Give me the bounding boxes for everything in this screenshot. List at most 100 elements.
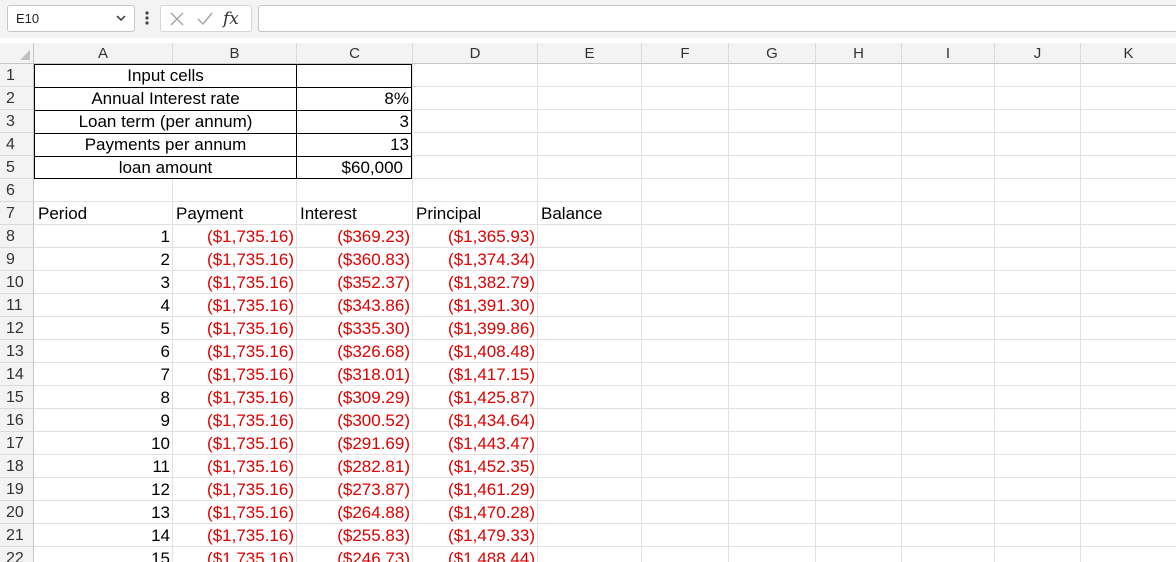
table-row-payment[interactable]: ($1,735.16) xyxy=(172,386,296,409)
table-row-payment[interactable]: ($1,735.16) xyxy=(172,317,296,340)
table-row-principal[interactable]: ($1,488.44) xyxy=(412,547,537,562)
name-box[interactable]: E10 xyxy=(7,5,135,32)
table-row-payment[interactable]: ($1,735.16) xyxy=(172,478,296,501)
cell-a2-rate-label[interactable]: Annual Interest rate xyxy=(35,87,296,110)
table-row-period[interactable]: 3 xyxy=(34,271,172,294)
select-all-button[interactable] xyxy=(0,43,34,64)
table-row-interest[interactable]: ($335.30) xyxy=(296,317,412,340)
cell-a1-input-title[interactable]: Input cells xyxy=(35,64,296,87)
row-header-2[interactable]: 2 xyxy=(0,87,34,110)
table-row-interest[interactable]: ($291.69) xyxy=(296,432,412,455)
row-header-16[interactable]: 16 xyxy=(0,409,34,432)
row-header-13[interactable]: 13 xyxy=(0,340,34,363)
column-header-g[interactable]: G xyxy=(729,43,816,64)
formula-input[interactable] xyxy=(258,5,1176,32)
table-row-principal[interactable]: ($1,391.30) xyxy=(412,294,537,317)
table-row-principal[interactable]: ($1,417.15) xyxy=(412,363,537,386)
table-row-interest[interactable]: ($326.68) xyxy=(296,340,412,363)
header-payment[interactable]: Payment xyxy=(172,202,296,225)
cell-c3-term-value[interactable]: 3 xyxy=(297,110,411,133)
column-header-d[interactable]: D xyxy=(413,43,538,64)
column-header-k[interactable]: K xyxy=(1081,43,1176,64)
column-header-a[interactable]: A xyxy=(34,43,173,64)
row-header-19[interactable]: 19 xyxy=(0,478,34,501)
table-row-principal[interactable]: ($1,461.29) xyxy=(412,478,537,501)
cell-a4-payments-label[interactable]: Payments per annum xyxy=(35,133,296,156)
cell-c4-payments-value[interactable]: 13 xyxy=(297,133,411,156)
cell-c5-amount-value[interactable]: $60,000 xyxy=(297,156,411,179)
row-header-22[interactable]: 22 xyxy=(0,547,34,562)
table-row-principal[interactable]: ($1,408.48) xyxy=(412,340,537,363)
cell-a3-term-label[interactable]: Loan term (per annum) xyxy=(35,110,296,133)
row-header-21[interactable]: 21 xyxy=(0,524,34,547)
table-row-principal[interactable]: ($1,365.93) xyxy=(412,225,537,248)
row-header-18[interactable]: 18 xyxy=(0,455,34,478)
table-row-period[interactable]: 15 xyxy=(34,547,172,562)
table-row-interest[interactable]: ($264.88) xyxy=(296,501,412,524)
insert-function-icon[interactable]: fx xyxy=(223,9,249,29)
table-row-interest[interactable]: ($309.29) xyxy=(296,386,412,409)
row-header-11[interactable]: 11 xyxy=(0,294,34,317)
table-row-interest[interactable]: ($273.87) xyxy=(296,478,412,501)
cancel-icon[interactable] xyxy=(167,9,187,29)
header-principal[interactable]: Principal xyxy=(412,202,537,225)
table-row-period[interactable]: 7 xyxy=(34,363,172,386)
table-row-payment[interactable]: ($1,735.16) xyxy=(172,363,296,386)
table-row-payment[interactable]: ($1,735.16) xyxy=(172,524,296,547)
table-row-principal[interactable]: ($1,443.47) xyxy=(412,432,537,455)
table-row-period[interactable]: 13 xyxy=(34,501,172,524)
cell-c2-rate-value[interactable]: 8% xyxy=(297,87,411,110)
table-row-principal[interactable]: ($1,479.33) xyxy=(412,524,537,547)
table-row-period[interactable]: 1 xyxy=(34,225,172,248)
table-row-principal[interactable]: ($1,434.64) xyxy=(412,409,537,432)
header-balance[interactable]: Balance xyxy=(537,202,641,225)
cell-a5-amount-label[interactable]: loan amount xyxy=(35,156,296,179)
table-row-principal[interactable]: ($1,374.34) xyxy=(412,248,537,271)
column-header-f[interactable]: F xyxy=(642,43,729,64)
table-row-payment[interactable]: ($1,735.16) xyxy=(172,432,296,455)
column-header-j[interactable]: J xyxy=(995,43,1081,64)
row-header-3[interactable]: 3 xyxy=(0,110,34,133)
table-row-principal[interactable]: ($1,470.28) xyxy=(412,501,537,524)
enter-check-icon[interactable] xyxy=(195,9,215,29)
table-row-period[interactable]: 6 xyxy=(34,340,172,363)
row-header-1[interactable]: 1 xyxy=(0,64,34,87)
row-header-9[interactable]: 9 xyxy=(0,248,34,271)
table-row-principal[interactable]: ($1,452.35) xyxy=(412,455,537,478)
table-row-payment[interactable]: ($1,735.16) xyxy=(172,409,296,432)
row-header-15[interactable]: 15 xyxy=(0,386,34,409)
table-row-payment[interactable]: ($1,735.16) xyxy=(172,248,296,271)
row-header-5[interactable]: 5 xyxy=(0,156,34,179)
header-interest[interactable]: Interest xyxy=(296,202,412,225)
table-row-interest[interactable]: ($369.23) xyxy=(296,225,412,248)
header-period[interactable]: Period xyxy=(34,202,172,225)
table-row-period[interactable]: 14 xyxy=(34,524,172,547)
table-row-principal[interactable]: ($1,382.79) xyxy=(412,271,537,294)
column-header-c[interactable]: C xyxy=(297,43,413,64)
column-header-b[interactable]: B xyxy=(173,43,297,64)
row-header-7[interactable]: 7 xyxy=(0,202,34,225)
row-header-12[interactable]: 12 xyxy=(0,317,34,340)
column-header-e[interactable]: E xyxy=(538,43,642,64)
table-row-period[interactable]: 4 xyxy=(34,294,172,317)
column-header-h[interactable]: H xyxy=(816,43,902,64)
column-header-i[interactable]: I xyxy=(902,43,995,64)
more-vertical-icon[interactable] xyxy=(143,9,151,27)
table-row-period[interactable]: 8 xyxy=(34,386,172,409)
row-header-14[interactable]: 14 xyxy=(0,363,34,386)
row-header-17[interactable]: 17 xyxy=(0,432,34,455)
row-header-10[interactable]: 10 xyxy=(0,271,34,294)
table-row-period[interactable]: 12 xyxy=(34,478,172,501)
table-row-period[interactable]: 10 xyxy=(34,432,172,455)
table-row-interest[interactable]: ($255.83) xyxy=(296,524,412,547)
table-row-principal[interactable]: ($1,399.86) xyxy=(412,317,537,340)
table-row-interest[interactable]: ($343.86) xyxy=(296,294,412,317)
table-row-payment[interactable]: ($1,735.16) xyxy=(172,225,296,248)
table-row-payment[interactable]: ($1,735.16) xyxy=(172,501,296,524)
table-row-period[interactable]: 9 xyxy=(34,409,172,432)
table-row-interest[interactable]: ($318.01) xyxy=(296,363,412,386)
row-header-6[interactable]: 6 xyxy=(0,179,34,202)
table-row-interest[interactable]: ($282.81) xyxy=(296,455,412,478)
table-row-interest[interactable]: ($360.83) xyxy=(296,248,412,271)
table-row-principal[interactable]: ($1,425.87) xyxy=(412,386,537,409)
